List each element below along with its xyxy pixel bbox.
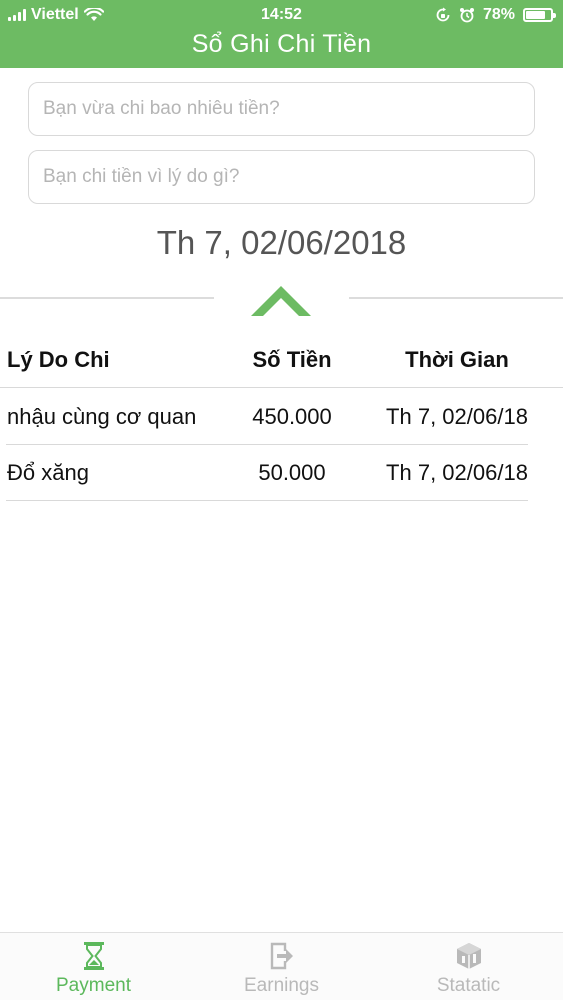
tab-label: Statatic (436, 975, 501, 996)
battery-fill (526, 11, 545, 19)
row-amount: 50.000 (258, 460, 326, 485)
divider-left (0, 297, 214, 299)
tab-statatic[interactable]: Statatic (375, 933, 562, 1000)
column-header-amount: Số Tiền (252, 347, 332, 372)
row-reason: nhậu cùng cơ quan (7, 404, 197, 429)
date-selector[interactable]: Th 7, 02/06/2018 (0, 224, 563, 262)
status-bar: Viettel 14:52 78% (0, 0, 563, 30)
exit-icon (270, 942, 293, 970)
table-header: Lý Do Chi Số Tiền Thời Gian (0, 332, 563, 388)
row-time: Th 7, 02/06/18 (386, 404, 528, 429)
collapse-button[interactable] (247, 276, 315, 322)
tab-earnings[interactable]: Earnings (188, 933, 375, 1000)
row-amount: 450.000 (252, 404, 332, 429)
amount-input[interactable] (28, 82, 535, 136)
row-divider (6, 500, 528, 501)
page-title: Sổ Ghi Chi Tiền (191, 30, 372, 58)
row-reason: Đổ xăng (7, 460, 89, 485)
alarm-icon (459, 8, 474, 23)
row-time: Th 7, 02/06/18 (386, 460, 528, 485)
divider-right (349, 297, 563, 299)
orientation-lock-icon (436, 7, 450, 22)
chevron-up-icon (251, 286, 311, 316)
tab-label: Payment (56, 975, 131, 996)
column-header-reason: Lý Do Chi (7, 347, 110, 372)
cube-icon (456, 943, 481, 969)
table-row[interactable]: nhậu cùng cơ quan 450.000 Th 7, 02/06/18 (0, 389, 563, 445)
battery-icon (523, 8, 556, 22)
column-header-time: Thời Gian (405, 347, 509, 372)
reason-input[interactable] (28, 150, 535, 204)
hourglass-icon (83, 942, 104, 970)
tab-payment[interactable]: Payment (0, 933, 187, 1000)
app-header: Viettel 14:52 78% Sổ Ghi Chi Tiền (0, 0, 563, 68)
battery-percent: 78% (482, 6, 515, 23)
tab-bar: Payment Earnings Statatic (0, 932, 563, 1000)
table-row[interactable]: Đổ xăng 50.000 Th 7, 02/06/18 (0, 445, 563, 501)
status-right: 78% (435, 6, 556, 24)
tab-label: Earnings (244, 975, 319, 996)
